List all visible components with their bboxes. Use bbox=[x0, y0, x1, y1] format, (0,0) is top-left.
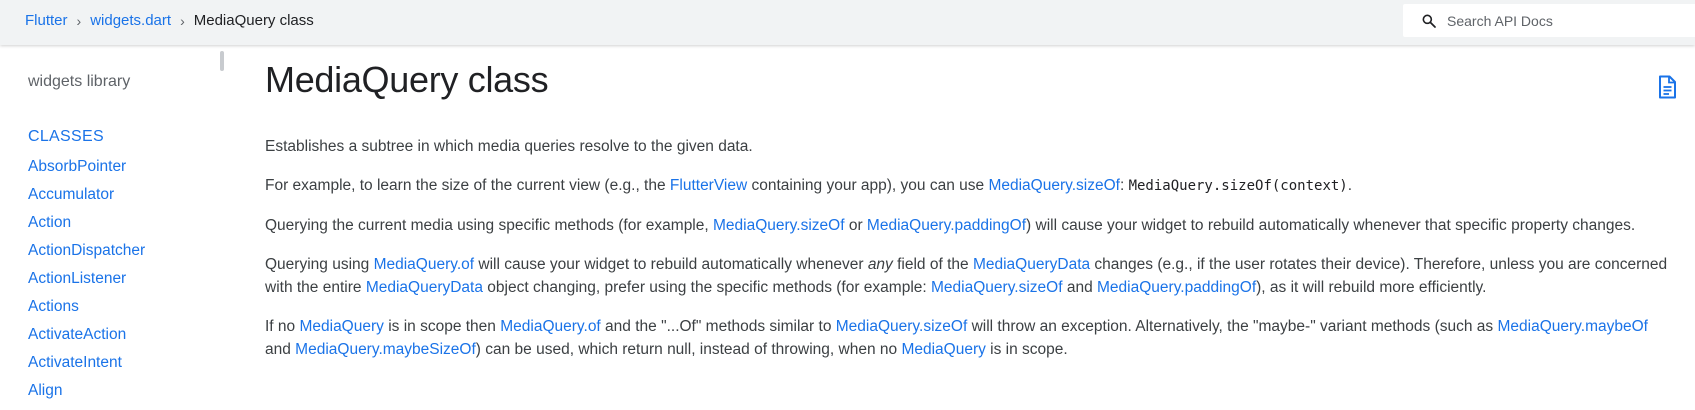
sidebar-item-align[interactable]: Align bbox=[28, 382, 62, 399]
text-span: For example, to learn the size of the cu… bbox=[265, 177, 670, 194]
link-mediaquery-sizeof[interactable]: MediaQuery.sizeOf bbox=[836, 318, 968, 335]
sidebar-item-action[interactable]: Action bbox=[28, 214, 71, 231]
text-span: containing your app), you can use bbox=[747, 177, 989, 194]
sidebar-item-absorbpointer[interactable]: AbsorbPointer bbox=[28, 158, 126, 175]
link-mediaquery-maybesizeof[interactable]: MediaQuery.maybeSizeOf bbox=[295, 341, 476, 358]
code-snippet: MediaQuery.sizeOf(context) bbox=[1128, 178, 1348, 194]
sidebar-library-title: widgets library bbox=[28, 73, 131, 90]
text-span: object changing, prefer using the specif… bbox=[482, 279, 932, 296]
link-mediaquery-of[interactable]: MediaQuery.of bbox=[374, 256, 475, 273]
breadcrumb-separator: › bbox=[76, 12, 82, 29]
text-span: Querying using bbox=[265, 256, 374, 273]
link-mediaquery-maybeof[interactable]: MediaQuery.maybeOf bbox=[1497, 318, 1647, 335]
paragraph-summary: Establishes a subtree in which media que… bbox=[265, 138, 753, 155]
paragraph-mediaquery-of: Querying using MediaQuery.of will cause … bbox=[265, 253, 1675, 299]
text-span: ) will cause your widget to rebuild auto… bbox=[1026, 217, 1636, 234]
sidebar: widgets library CLASSES AbsorbPointer Ac… bbox=[0, 45, 225, 410]
text-span: field of the bbox=[892, 256, 973, 273]
search-input[interactable] bbox=[1445, 11, 1689, 30]
sidebar-item-actiondispatcher[interactable]: ActionDispatcher bbox=[28, 242, 145, 259]
paragraph-specific-methods: Querying the current media using specifi… bbox=[265, 214, 1675, 237]
text-span: or bbox=[844, 217, 867, 234]
top-bar: Flutter › widgets.dart › MediaQuery clas… bbox=[0, 0, 1695, 45]
link-flutterview[interactable]: FlutterView bbox=[670, 177, 747, 194]
search-icon bbox=[1422, 14, 1436, 28]
breadcrumb-widgets-dart[interactable]: widgets.dart bbox=[90, 12, 171, 29]
link-mediaquery-paddingof[interactable]: MediaQuery.paddingOf bbox=[1097, 279, 1256, 296]
text-span: Querying the current media using specifi… bbox=[265, 217, 713, 234]
breadcrumb-current: MediaQuery class bbox=[193, 12, 314, 29]
document-icon[interactable] bbox=[1657, 75, 1677, 99]
sidebar-item-accumulator[interactable]: Accumulator bbox=[28, 186, 114, 203]
class-description: Establishes a subtree in which media que… bbox=[265, 135, 1675, 377]
text-span: If no bbox=[265, 318, 300, 335]
breadcrumb-separator: › bbox=[180, 12, 185, 29]
text-span: ), as it will rebuild more efficiently. bbox=[1256, 279, 1487, 296]
link-mediaquery[interactable]: MediaQuery bbox=[901, 341, 985, 358]
sidebar-item-actionlistener[interactable]: ActionListener bbox=[28, 270, 126, 287]
link-mediaquery-paddingof[interactable]: MediaQuery.paddingOf bbox=[867, 217, 1026, 234]
text-span: and the "...Of" methods similar to bbox=[600, 318, 836, 335]
emphasis-any: any bbox=[867, 256, 893, 273]
text-span: ) can be used, which return null, instea… bbox=[475, 341, 902, 358]
sidebar-section-classes[interactable]: CLASSES bbox=[28, 128, 104, 146]
page-title: MediaQuery class bbox=[265, 59, 549, 100]
link-mediaquery-sizeof[interactable]: MediaQuery.sizeOf bbox=[988, 177, 1120, 194]
link-mediaquery-sizeof[interactable]: MediaQuery.sizeOf bbox=[931, 279, 1063, 296]
paragraph-exceptions: If no MediaQuery is in scope then MediaQ… bbox=[265, 315, 1675, 361]
text-span: and bbox=[265, 341, 296, 358]
sidebar-scrollbar[interactable] bbox=[220, 51, 224, 71]
text-span: is in scope. bbox=[985, 341, 1068, 358]
breadcrumb-flutter[interactable]: Flutter bbox=[25, 12, 68, 29]
sidebar-item-actions[interactable]: Actions bbox=[28, 298, 79, 315]
breadcrumb: Flutter › widgets.dart › MediaQuery clas… bbox=[25, 12, 314, 29]
text-span: . bbox=[1347, 177, 1353, 194]
text-span: and bbox=[1062, 279, 1098, 296]
link-mediaquery-sizeof[interactable]: MediaQuery.sizeOf bbox=[713, 217, 845, 234]
link-mediaquery[interactable]: MediaQuery bbox=[299, 318, 383, 335]
text-span: will throw an exception. Alternatively, … bbox=[967, 318, 1498, 335]
text-span: is in scope then bbox=[383, 318, 501, 335]
sidebar-item-activateaction[interactable]: ActivateAction bbox=[28, 326, 126, 343]
link-mediaquerydata[interactable]: MediaQueryData bbox=[366, 279, 483, 296]
sidebar-item-activateintent[interactable]: ActivateIntent bbox=[28, 354, 122, 371]
link-mediaquery-of[interactable]: MediaQuery.of bbox=[500, 318, 601, 335]
sidebar-class-list: AbsorbPointer Accumulator Action ActionD… bbox=[28, 157, 145, 409]
text-span: will cause your widget to rebuild automa… bbox=[474, 256, 868, 273]
text-span: : bbox=[1119, 177, 1129, 194]
paragraph-example: For example, to learn the size of the cu… bbox=[265, 174, 1675, 198]
link-mediaquerydata[interactable]: MediaQueryData bbox=[973, 256, 1090, 273]
search-box[interactable] bbox=[1403, 4, 1695, 37]
